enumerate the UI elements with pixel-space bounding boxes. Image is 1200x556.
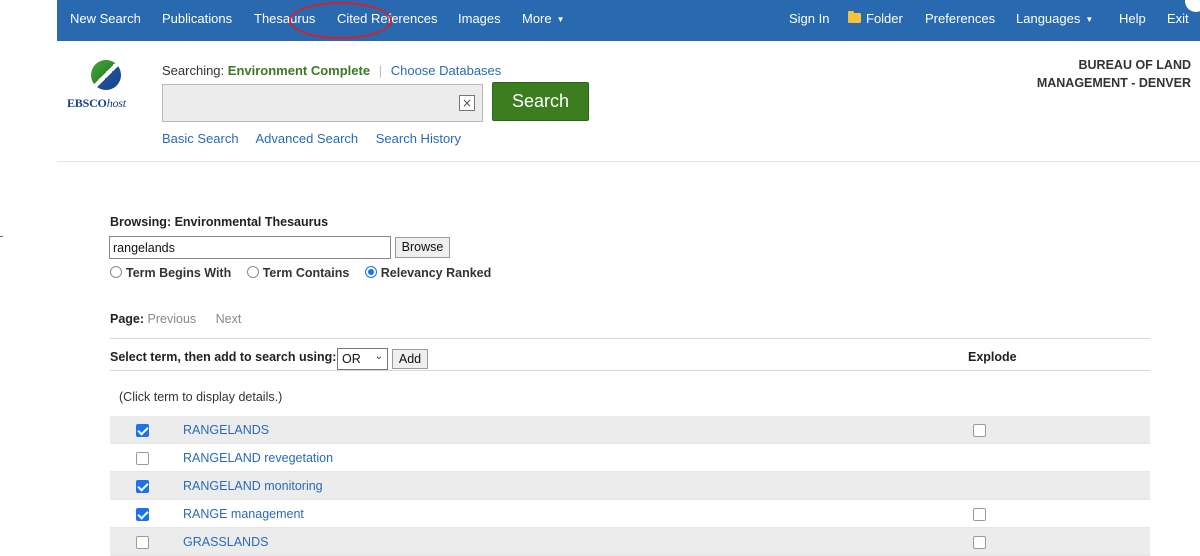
search-button[interactable]: Search [492, 82, 589, 121]
divider [110, 338, 1150, 339]
checkbox-icon [973, 508, 986, 521]
advanced-search-link[interactable]: Advanced Search [256, 131, 359, 146]
checkbox-icon [136, 452, 149, 465]
nav-preferences[interactable]: Preferences [925, 11, 995, 26]
nav-folder-label: Folder [866, 11, 903, 26]
nav-folder[interactable]: Folder [848, 11, 903, 26]
logo-suffix: host [106, 96, 126, 110]
nav-exit[interactable]: Exit [1167, 11, 1189, 26]
nav-languages-label: Languages [1016, 11, 1081, 26]
nav-more-label: More [522, 11, 552, 26]
radio-term-begins-with[interactable]: Term Begins With [110, 265, 231, 280]
stray-mark [0, 236, 3, 237]
search-history-link[interactable]: Search History [376, 131, 461, 146]
term-link[interactable]: RANGELAND monitoring [183, 479, 323, 493]
explode-checkbox[interactable] [973, 424, 986, 437]
click-term-hint: (Click term to display details.) [119, 390, 283, 404]
term-checkbox[interactable] [136, 536, 149, 549]
browse-button[interactable]: Browse [395, 237, 450, 258]
radio-icon [110, 266, 122, 278]
nav-publications[interactable]: Publications [162, 11, 232, 26]
pagination: Page: Previous Next [110, 312, 257, 326]
radio-relevancy-ranked[interactable]: Relevancy Ranked [364, 265, 492, 280]
page-label: Page: [110, 312, 145, 326]
term-link[interactable]: RANGELANDS [183, 423, 269, 437]
searching-line: Searching: Environment Complete | Choose… [162, 63, 501, 78]
term-row: RANGELAND revegetation [110, 444, 1150, 472]
select-term-label: Select term, then add to search using: [110, 350, 337, 364]
nav-help[interactable]: Help [1119, 11, 1146, 26]
divider [110, 370, 1150, 371]
radio-term-contains[interactable]: Term Contains [246, 265, 350, 280]
term-row: RANGELANDS [110, 416, 1150, 444]
radio-icon [364, 266, 377, 278]
explode-checkbox[interactable] [973, 536, 986, 549]
radio-label: Relevancy Ranked [380, 266, 492, 280]
operator-value: OR [342, 352, 361, 366]
term-checkbox[interactable] [136, 508, 149, 521]
term-link[interactable]: RANGE management [183, 507, 304, 521]
nav-sign-in[interactable]: Sign In [789, 11, 829, 26]
org-line-2: MANAGEMENT - DENVER [1036, 76, 1191, 90]
term-list: RANGELANDS RANGELAND revegetation RANGEL… [110, 416, 1150, 556]
logo-brand: EBSCO [67, 96, 107, 110]
checkbox-checked-icon [136, 480, 149, 493]
logo-wordmark: EBSCOhost [67, 96, 126, 111]
browsing-heading: Browsing: Environmental Thesaurus [110, 215, 329, 229]
nav-more[interactable]: More ▼ [522, 11, 565, 26]
chevron-down-icon: ⌄ [374, 351, 383, 362]
basic-search-link[interactable]: Basic Search [162, 131, 239, 146]
separator: | [378, 63, 383, 78]
header-divider [57, 161, 1200, 162]
term-row: RANGELAND monitoring [110, 472, 1150, 500]
term-link[interactable]: RANGELAND revegetation [183, 451, 333, 465]
checkbox-icon [973, 424, 986, 437]
operator-select[interactable]: OR ⌄ [337, 348, 388, 370]
browse-mode-options: Term Begins With Term Contains Relevancy… [110, 265, 503, 280]
searching-label: Searching: [162, 63, 225, 78]
caret-down-icon: ▼ [556, 15, 565, 24]
term-link[interactable]: GRASSLANDS [183, 535, 268, 549]
term-row: RANGE management [110, 500, 1150, 528]
nav-images[interactable]: Images [458, 11, 501, 26]
term-checkbox[interactable] [136, 452, 149, 465]
term-checkbox[interactable] [136, 480, 149, 493]
choose-databases-link[interactable]: Choose Databases [391, 63, 502, 78]
browse-input[interactable] [109, 236, 391, 259]
highlight-annotation [289, 2, 392, 39]
radio-icon [246, 266, 259, 278]
organization-name: BUREAU OF LAND MANAGEMENT - DENVER [1037, 56, 1191, 92]
nav-languages[interactable]: Languages ▼ [1016, 11, 1093, 26]
checkbox-checked-icon [136, 424, 149, 437]
close-icon[interactable]: × [459, 95, 475, 111]
checkbox-checked-icon [136, 508, 149, 521]
top-nav-bar: New Search Publications Thesaurus Cited … [57, 0, 1200, 41]
add-button[interactable]: Add [392, 349, 428, 369]
previous-page-link[interactable]: Previous [148, 312, 197, 326]
explode-checkbox[interactable] [973, 508, 986, 521]
search-mode-links: Basic Search Advanced Search Search Hist… [162, 131, 475, 146]
radio-label: Term Begins With [126, 266, 232, 280]
database-name: Environment Complete [227, 63, 371, 78]
search-input[interactable] [162, 84, 483, 122]
checkbox-icon [973, 536, 986, 549]
nav-new-search[interactable]: New Search [70, 11, 141, 26]
term-checkbox[interactable] [136, 424, 149, 437]
checkbox-icon [136, 536, 149, 549]
explode-column-header: Explode [968, 350, 1017, 364]
org-line-1: BUREAU OF LAND [1078, 58, 1192, 72]
ebsco-globe-icon [91, 60, 121, 90]
next-page-link[interactable]: Next [216, 312, 242, 326]
folder-icon [848, 11, 861, 23]
caret-down-icon: ▼ [1085, 15, 1094, 24]
radio-label: Term Contains [262, 266, 350, 280]
ebscohost-logo[interactable]: EBSCOhost [67, 60, 147, 112]
